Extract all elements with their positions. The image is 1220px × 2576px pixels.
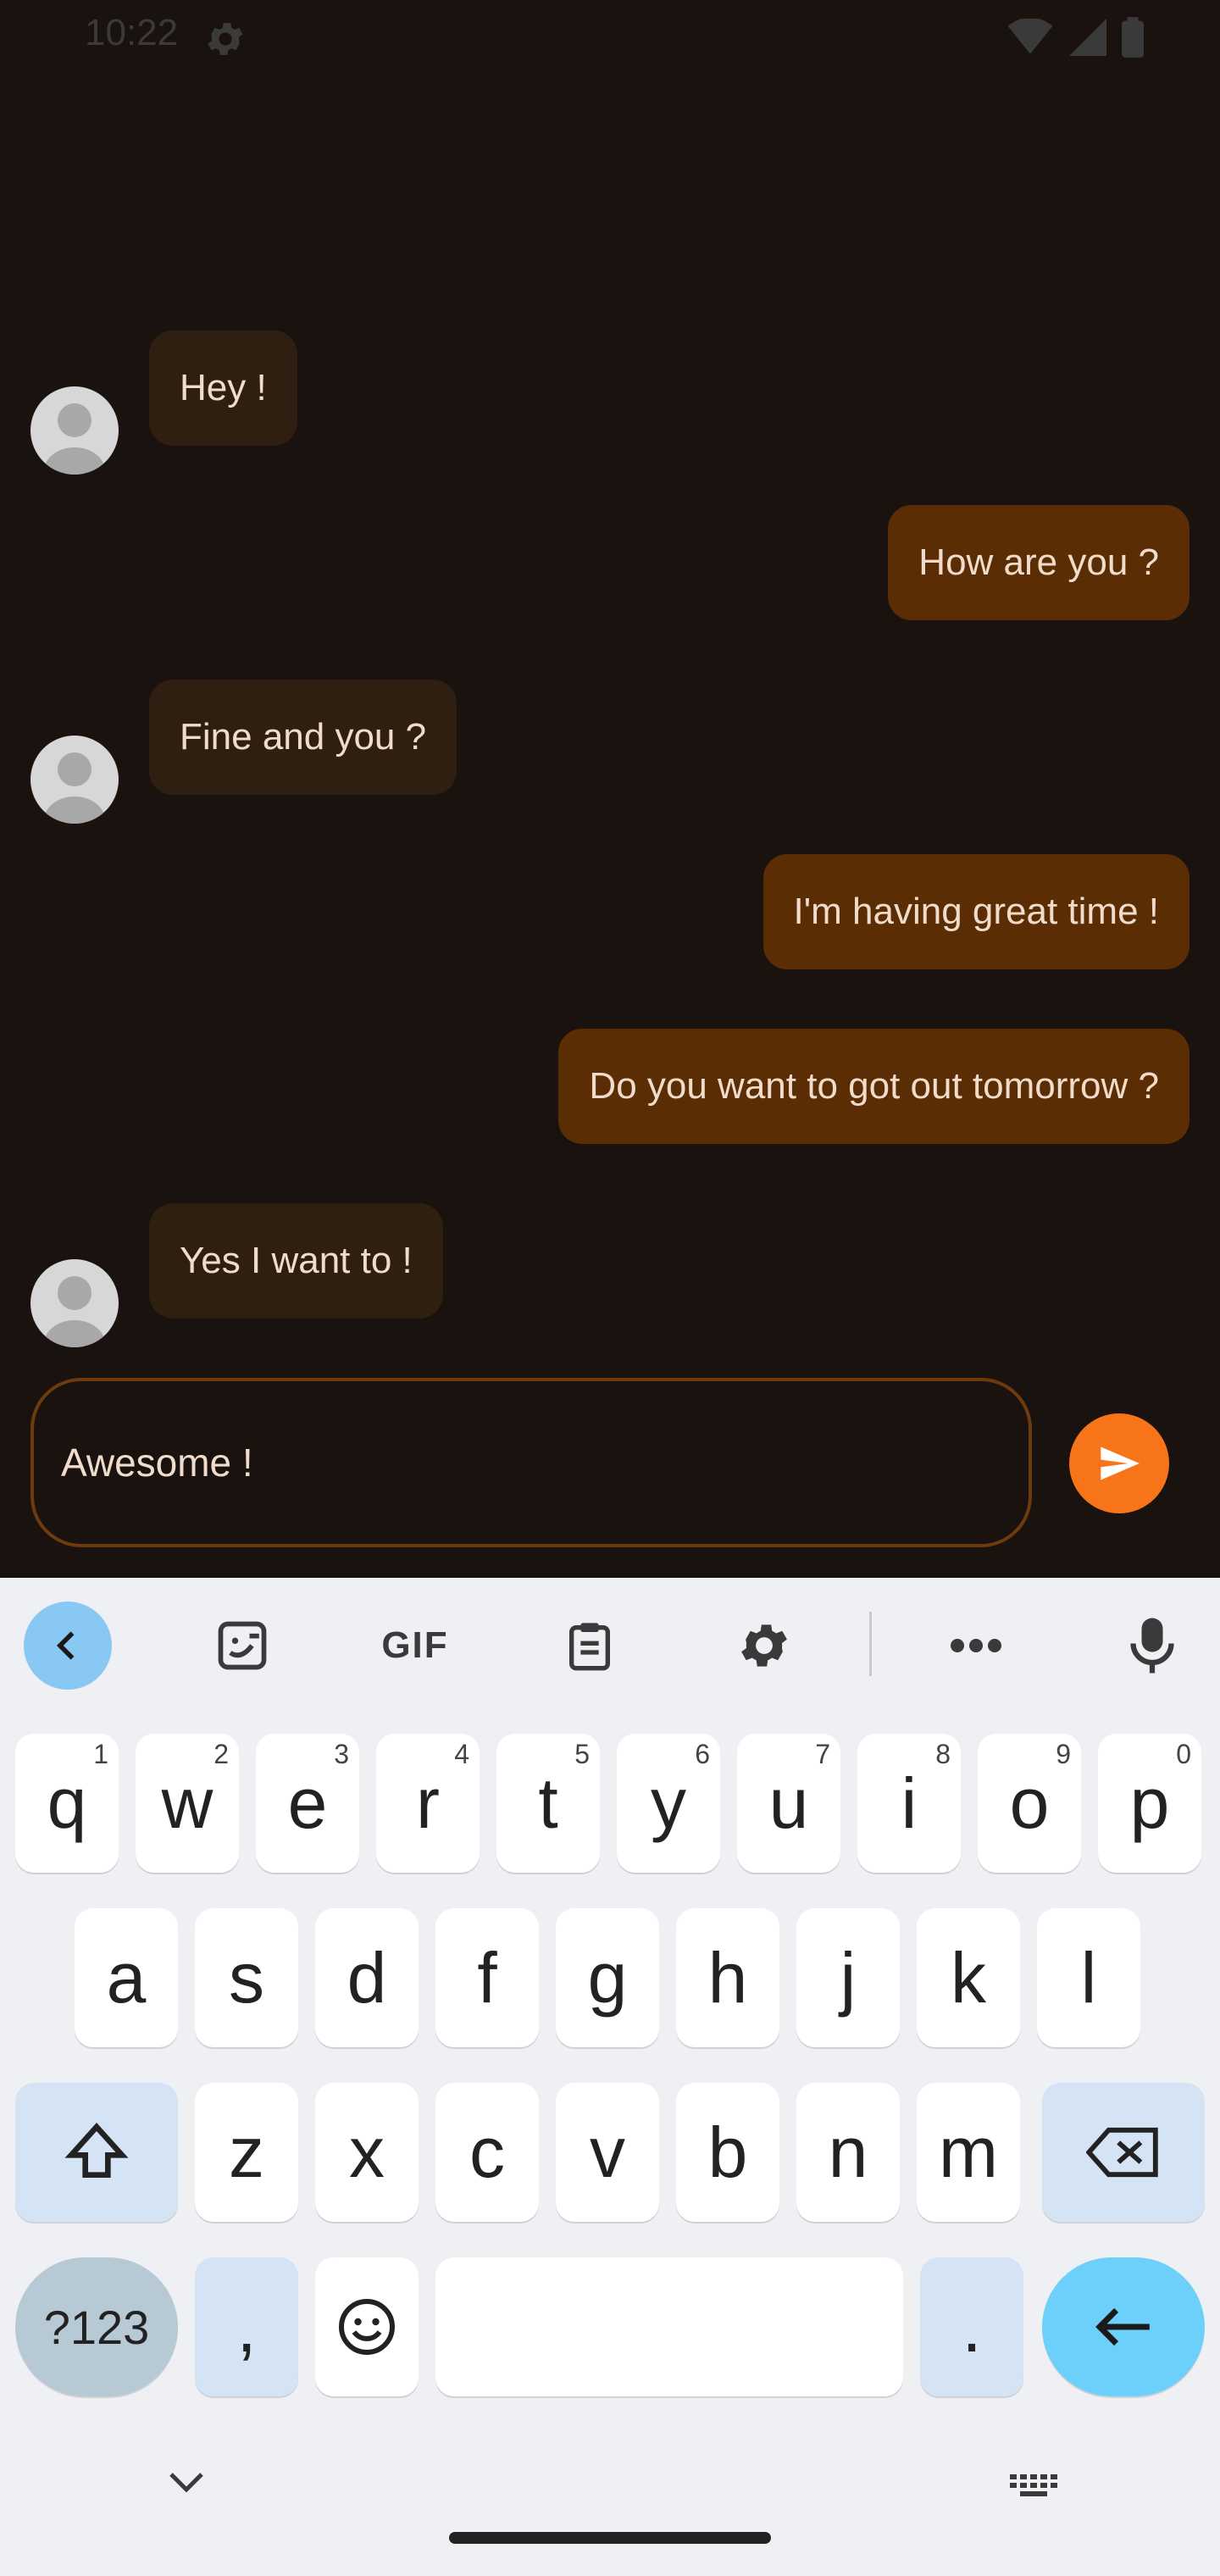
- key-h[interactable]: h: [676, 1908, 779, 2047]
- enter-icon: [1095, 2307, 1150, 2346]
- keyboard-settings-button[interactable]: [720, 1602, 808, 1690]
- toolbar-divider: [869, 1612, 872, 1676]
- emoji-key[interactable]: [315, 2257, 419, 2396]
- message-bubble-outgoing: How are you ?: [888, 505, 1190, 620]
- hide-keyboard-icon[interactable]: [166, 2469, 207, 2496]
- voice-input-button[interactable]: [1108, 1602, 1196, 1690]
- key-w[interactable]: w2: [136, 1734, 239, 1873]
- message-bubble-incoming: Hey !: [149, 330, 297, 446]
- sticker-icon: [218, 1621, 267, 1670]
- key-b[interactable]: b: [676, 2083, 779, 2222]
- more-options-button[interactable]: [932, 1602, 1020, 1690]
- key-z[interactable]: z: [195, 2083, 298, 2222]
- key-y[interactable]: y6: [617, 1734, 720, 1873]
- home-indicator[interactable]: [449, 2532, 771, 2544]
- key-p[interactable]: p0: [1098, 1734, 1201, 1873]
- key-a[interactable]: a: [75, 1908, 178, 2047]
- key-n[interactable]: n: [796, 2083, 900, 2222]
- key-q[interactable]: q1: [15, 1734, 119, 1873]
- message-bubble-incoming: Yes I want to !: [149, 1203, 443, 1319]
- key-c[interactable]: c: [435, 2083, 539, 2222]
- key-d[interactable]: d: [315, 1908, 419, 2047]
- keyboard-switch-icon[interactable]: [1008, 2473, 1059, 2500]
- chevron-left-icon: [56, 1631, 75, 1660]
- key-f[interactable]: f: [435, 1908, 539, 2047]
- chat-messages: Hey ! How are you ? Fine and you ? I'm h…: [0, 0, 1220, 1576]
- key-l[interactable]: l: [1037, 1908, 1140, 2047]
- clipboard-icon: [569, 1623, 610, 1671]
- enter-key[interactable]: [1042, 2257, 1205, 2396]
- send-icon: [1101, 1446, 1140, 1480]
- message-bubble-outgoing: I'm having great time !: [762, 854, 1190, 969]
- key-r[interactable]: r4: [376, 1734, 480, 1873]
- spacebar[interactable]: [435, 2257, 903, 2396]
- key-u[interactable]: u7: [737, 1734, 840, 1873]
- backspace-icon: [1086, 2127, 1158, 2178]
- key-o[interactable]: o9: [978, 1734, 1081, 1873]
- period-key[interactable]: .: [920, 2257, 1023, 2396]
- key-k[interactable]: k: [917, 1908, 1020, 2047]
- message-bubble-outgoing: Do you want to got out tomorrow ?: [558, 1029, 1190, 1144]
- soft-keyboard: GIF q1 w2 e3 r4 t5 y6 u7 i8 o9 p0 a s d …: [0, 1578, 1220, 2576]
- shift-key[interactable]: [15, 2083, 178, 2222]
- collapse-toolbar-button[interactable]: [24, 1602, 112, 1690]
- clipboard-button[interactable]: [546, 1602, 634, 1690]
- key-x[interactable]: x: [315, 2083, 419, 2222]
- key-i[interactable]: i8: [857, 1734, 961, 1873]
- sticker-button[interactable]: [198, 1602, 286, 1690]
- shift-icon: [64, 2123, 129, 2178]
- microphone-icon: [1130, 1618, 1174, 1674]
- send-button[interactable]: [1069, 1413, 1169, 1513]
- key-m[interactable]: m: [917, 2083, 1020, 2222]
- key-t[interactable]: t5: [496, 1734, 600, 1873]
- message-bubble-incoming: Fine and you ?: [149, 680, 458, 795]
- gif-label: GIF: [381, 1624, 449, 1666]
- keyboard-toolbar: GIF: [0, 1578, 1220, 1705]
- comma-key[interactable]: ,: [195, 2257, 298, 2396]
- gear-icon: [741, 1624, 787, 1667]
- key-s[interactable]: s: [195, 1908, 298, 2047]
- backspace-key[interactable]: [1042, 2083, 1205, 2222]
- key-g[interactable]: g: [556, 1908, 659, 2047]
- message-input[interactable]: Awesome !: [30, 1378, 1032, 1547]
- message-input-text[interactable]: Awesome !: [61, 1381, 253, 1544]
- avatar: [30, 1259, 119, 1347]
- avatar: [30, 386, 119, 475]
- avatar: [30, 736, 119, 824]
- gif-button[interactable]: GIF: [371, 1602, 459, 1690]
- more-horizontal-icon: [951, 1639, 1001, 1652]
- symbols-key[interactable]: ?123: [15, 2257, 178, 2396]
- key-j[interactable]: j: [796, 1908, 900, 2047]
- emoji-icon: [339, 2299, 395, 2355]
- key-v[interactable]: v: [556, 2083, 659, 2222]
- key-e[interactable]: e3: [256, 1734, 359, 1873]
